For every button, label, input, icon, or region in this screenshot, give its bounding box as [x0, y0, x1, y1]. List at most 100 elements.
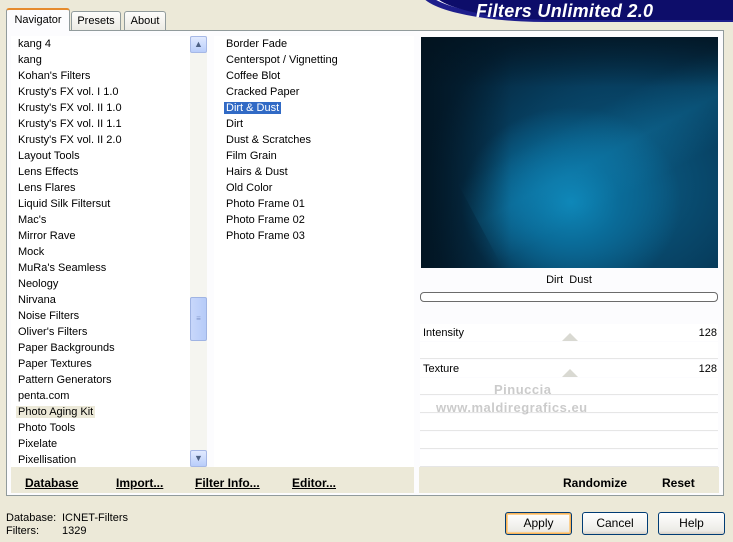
category-item[interactable]: Pixellisation	[16, 452, 190, 467]
texture-label: Texture	[423, 363, 460, 375]
tab-navigator[interactable]: Navigator	[6, 8, 70, 31]
category-item-label: Lens Flares	[18, 182, 76, 194]
cancel-button[interactable]: Cancel	[582, 512, 648, 535]
filter-item[interactable]: Centerspot / Vignetting	[224, 52, 414, 68]
editor-button[interactable]: Editor...	[292, 476, 336, 490]
category-item[interactable]: Paper Textures	[16, 356, 190, 372]
category-item[interactable]: Paper Backgrounds	[16, 340, 190, 356]
category-item[interactable]: Mock	[16, 244, 190, 260]
intensity-label: Intensity	[423, 327, 464, 339]
watermark-name: Pinuccia	[494, 382, 552, 397]
filter-item-label: Dirt	[226, 118, 244, 130]
filter-item[interactable]: Photo Frame 01	[224, 196, 414, 212]
category-item-label: Neology	[18, 278, 59, 290]
category-item-label: Krusty's FX vol. II 2.0	[18, 134, 122, 146]
help-button[interactable]: Help	[658, 512, 725, 535]
category-item[interactable]: Layout Tools	[16, 148, 190, 164]
category-item[interactable]: Noise Filters	[16, 308, 190, 324]
category-item[interactable]: Mac's	[16, 212, 190, 228]
scroll-down-button[interactable]: ▼	[190, 450, 207, 467]
filter-item[interactable]: Coffee Blot	[224, 68, 414, 84]
filter-list[interactable]: Border Fade Centerspot / Vignetting Coffee…	[214, 36, 414, 467]
category-item[interactable]: Photo Aging Kit	[16, 404, 190, 420]
reset-button[interactable]: Reset	[662, 476, 695, 490]
category-item[interactable]: Liquid Silk Filtersut	[16, 196, 190, 212]
category-item[interactable]: penta.com	[16, 388, 190, 404]
category-item[interactable]: Lens Effects	[16, 164, 190, 180]
category-item[interactable]: Krusty's FX vol. I 1.0	[16, 84, 190, 100]
category-item-label: Liquid Silk Filtersut	[18, 198, 111, 210]
category-item[interactable]: kang	[16, 52, 190, 68]
category-item[interactable]: Nirvana	[16, 292, 190, 308]
category-item[interactable]: Photo Tools	[16, 420, 190, 436]
category-item[interactable]: MuRa's Seamless	[16, 260, 190, 276]
category-item-label: Nirvana	[18, 294, 56, 306]
filters-value: 1329	[62, 525, 87, 537]
preview-image	[421, 37, 718, 268]
filter-item[interactable]: Dirt & Dust	[224, 100, 414, 116]
category-list[interactable]: kang 4 kang Kohan's Filters Krusty's FX vol…	[11, 36, 190, 467]
filter-item-label: Centerspot / Vignetting	[226, 54, 338, 66]
progress-bar	[420, 292, 718, 302]
filter-item-label: Cracked Paper	[226, 86, 300, 98]
category-item[interactable]: Krusty's FX vol. II 1.0	[16, 100, 190, 116]
category-item[interactable]: kang 4	[16, 36, 190, 52]
randomize-button[interactable]: Randomize	[563, 476, 627, 490]
category-item[interactable]: Mirror Rave	[16, 228, 190, 244]
category-item-label: Pattern Generators	[18, 374, 112, 386]
category-item[interactable]: Lens Flares	[16, 180, 190, 196]
filter-item-label: Hairs & Dust	[226, 166, 288, 178]
control-row	[420, 378, 718, 395]
filter-item-label: Photo Frame 03	[226, 230, 305, 242]
control-row	[420, 414, 718, 431]
filter-item[interactable]: Hairs & Dust	[224, 164, 414, 180]
category-item-label: Paper Backgrounds	[18, 342, 115, 354]
filter-item[interactable]: Old Color	[224, 180, 414, 196]
category-item-label: Mac's	[18, 214, 47, 226]
apply-button[interactable]: Apply	[505, 512, 572, 535]
category-item[interactable]: Kohan's Filters	[16, 68, 190, 84]
preview-caption: Dirt Dust	[546, 274, 592, 286]
filter-item[interactable]: Dust & Scratches	[224, 132, 414, 148]
control-row	[420, 450, 718, 467]
filter-item[interactable]: Border Fade	[224, 36, 414, 52]
category-item-label: Krusty's FX vol. II 1.1	[18, 118, 122, 130]
category-item[interactable]: Krusty's FX vol. II 2.0	[16, 132, 190, 148]
category-item-label: Paper Textures	[18, 358, 92, 370]
tab-about[interactable]: About	[124, 11, 166, 30]
filter-item[interactable]: Photo Frame 02	[224, 212, 414, 228]
filter-item[interactable]: Dirt	[224, 116, 414, 132]
category-item-label: Lens Effects	[18, 166, 79, 178]
filter-info-button[interactable]: Filter Info...	[195, 476, 260, 490]
category-item-label: Photo Tools	[18, 422, 76, 434]
watermark-url: www.maldiregrafics.eu	[436, 400, 588, 415]
category-scrollbar[interactable]: ▲ ≡ ▼	[190, 36, 207, 467]
filter-item-label: Border Fade	[226, 38, 288, 50]
category-item-label: Mock	[18, 246, 45, 258]
category-item[interactable]: Pattern Generators	[16, 372, 190, 388]
tab-presets[interactable]: Presets	[71, 11, 121, 30]
control-row	[420, 342, 718, 359]
category-item-label: Photo Aging Kit	[16, 406, 96, 418]
category-item-label: Noise Filters	[18, 310, 80, 322]
category-item-label: Mirror Rave	[18, 230, 76, 242]
scroll-up-button[interactable]: ▲	[190, 36, 207, 53]
filters-label: Filters:	[6, 525, 39, 537]
filter-item[interactable]: Photo Frame 03	[224, 228, 414, 244]
category-item-label: Krusty's FX vol. I 1.0	[18, 86, 119, 98]
intensity-slider-thumb[interactable]	[562, 333, 578, 341]
filter-item-label: Dust & Scratches	[226, 134, 311, 146]
import-button[interactable]: Import...	[116, 476, 163, 490]
filter-item[interactable]: Film Grain	[224, 148, 414, 164]
category-item-label: Oliver's Filters	[18, 326, 88, 338]
category-item[interactable]: Neology	[16, 276, 190, 292]
filter-item[interactable]: Cracked Paper	[224, 84, 414, 100]
category-item[interactable]: Pixelate	[16, 436, 190, 452]
category-item[interactable]: Krusty's FX vol. II 1.1	[16, 116, 190, 132]
category-item-label: kang 4	[18, 38, 52, 50]
scroll-thumb[interactable]: ≡	[190, 297, 207, 341]
database-button[interactable]: Database	[25, 476, 78, 490]
category-item[interactable]: Oliver's Filters	[16, 324, 190, 340]
texture-slider-thumb[interactable]	[562, 369, 578, 377]
filter-item-label: Photo Frame 02	[226, 214, 305, 226]
